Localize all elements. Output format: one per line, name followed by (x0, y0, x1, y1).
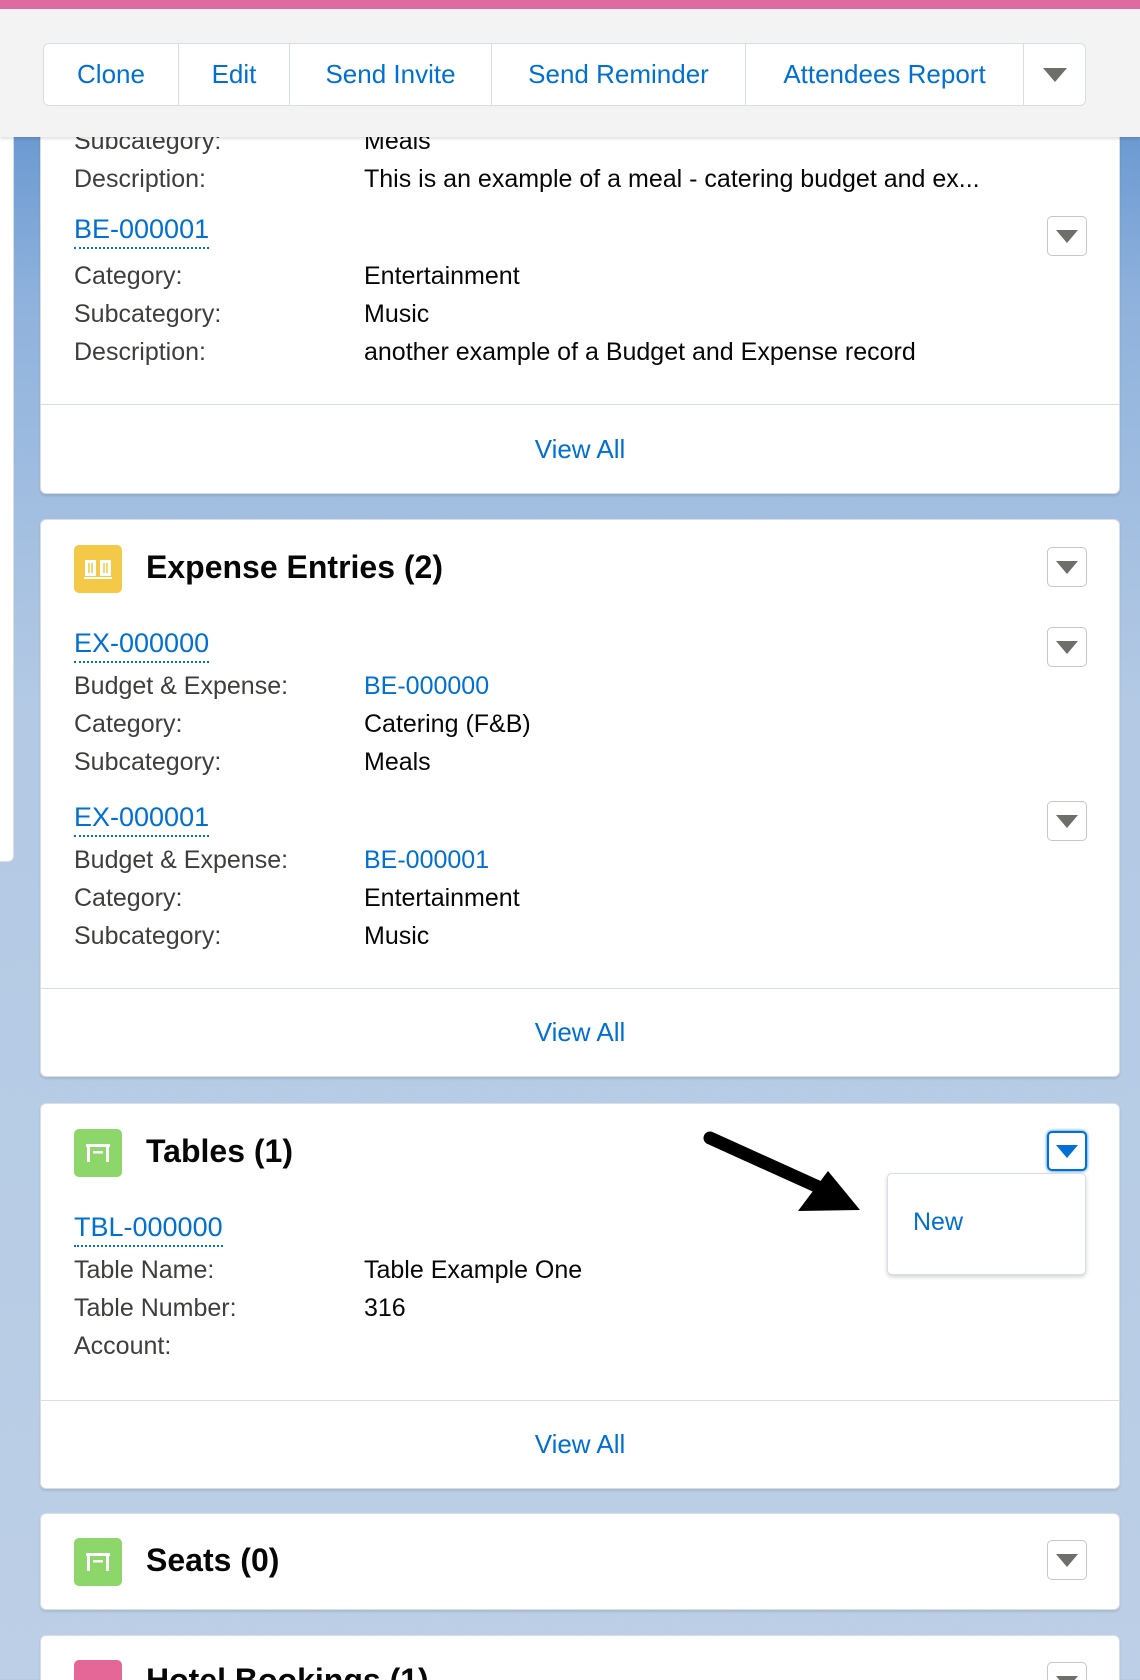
new-menu-item[interactable]: New (913, 1208, 963, 1237)
view-all-link[interactable]: View All (535, 1429, 626, 1460)
card-actions-dropdown: New (887, 1173, 1086, 1275)
field-label: Subcategory: (74, 922, 222, 950)
field-value: 316 (364, 1294, 406, 1322)
field-label: Budget & Expense: (74, 672, 289, 700)
field-label: Budget & Expense: (74, 846, 289, 874)
field-label: Subcategory: (74, 748, 222, 776)
field-value: Meals (364, 748, 431, 776)
card-menu-button[interactable] (1047, 1540, 1087, 1580)
record-link-be-000001[interactable]: BE-000001 (74, 214, 210, 249)
arrow-annotation-icon (703, 1131, 860, 1211)
budget-expense-link[interactable]: BE-000001 (364, 845, 489, 875)
field-label: Category: (74, 262, 183, 290)
field-label: Category: (74, 710, 183, 738)
chevron-down-icon (1042, 67, 1067, 82)
card-footer: View All (41, 1400, 1119, 1488)
send-invite-button[interactable]: Send Invite (290, 44, 492, 105)
record-menu-button[interactable] (1047, 216, 1087, 256)
expense-book-icon (74, 545, 122, 593)
more-actions-button[interactable] (1024, 44, 1085, 105)
field-value: Music (364, 300, 430, 328)
view-all-link[interactable]: View All (535, 1017, 626, 1048)
edit-button[interactable]: Edit (179, 44, 290, 105)
field-label: Table Name: (74, 1256, 215, 1284)
field-value: Table Example One (364, 1256, 583, 1284)
budget-expense-card: Subcategory: Meals Description: This is … (40, 80, 1120, 494)
chevron-down-icon (1056, 640, 1078, 654)
field-value: Entertainment (364, 884, 520, 912)
record-link-ex-000000[interactable]: EX-000000 (74, 628, 210, 663)
field-label: Account: (74, 1332, 172, 1360)
tables-card: Tables (1) TBL-000000 Table Name: Table … (40, 1103, 1120, 1489)
action-bar: Clone Edit Send Invite Send Reminder Att… (0, 0, 1140, 137)
record-link-tbl-000000[interactable]: TBL-000000 (74, 1212, 223, 1247)
hotel-icon (74, 1660, 122, 1680)
record-link-ex-000001[interactable]: EX-000001 (74, 802, 210, 837)
card-menu-button[interactable] (1047, 1131, 1087, 1171)
hotel-bookings-card: Hotel Bookings (1) (40, 1635, 1120, 1680)
expense-entries-card: Expense Entries (2) EX-000000 Budget & E… (40, 519, 1120, 1077)
field-label: Table Number: (74, 1294, 237, 1322)
card-menu-button[interactable] (1047, 1662, 1087, 1680)
field-label: Category: (74, 884, 183, 912)
action-button-group: Clone Edit Send Invite Send Reminder Att… (43, 43, 1086, 106)
chevron-down-icon (1056, 1553, 1078, 1567)
budget-expense-link[interactable]: BE-000000 (364, 671, 489, 701)
field-value: another example of a Budget and Expense … (364, 338, 916, 366)
seat-icon (74, 1538, 122, 1586)
card-menu-button[interactable] (1047, 547, 1087, 587)
chevron-down-icon (1056, 229, 1078, 243)
send-reminder-button[interactable]: Send Reminder (492, 44, 746, 105)
chevron-down-icon (1056, 814, 1078, 828)
clone-button[interactable]: Clone (44, 44, 179, 105)
card-title: Seats (0) (146, 1542, 280, 1578)
chevron-down-icon (1056, 560, 1078, 574)
card-title: Tables (1) (146, 1133, 293, 1169)
card-title: Hotel Bookings (1) (146, 1662, 429, 1680)
view-all-link[interactable]: View All (535, 434, 626, 465)
card-title: Expense Entries (2) (146, 549, 443, 585)
chevron-down-icon (1056, 1675, 1078, 1680)
field-label: Description: (74, 338, 206, 366)
field-value: This is an example of a meal - catering … (364, 165, 980, 193)
attendees-report-button[interactable]: Attendees Report (746, 44, 1024, 105)
table-icon (74, 1129, 122, 1177)
field-value: Entertainment (364, 262, 520, 290)
field-value: Music (364, 922, 430, 950)
record-menu-button[interactable] (1047, 627, 1087, 667)
background-card-edge (0, 120, 14, 862)
field-label: Subcategory: (74, 300, 222, 328)
chevron-down-icon (1056, 1144, 1078, 1158)
field-value: Catering (F&B) (364, 710, 531, 738)
card-footer: View All (41, 404, 1119, 493)
record-menu-button[interactable] (1047, 801, 1087, 841)
seats-card: Seats (0) (40, 1513, 1120, 1610)
card-footer: View All (41, 988, 1119, 1076)
field-label: Description: (74, 165, 206, 193)
